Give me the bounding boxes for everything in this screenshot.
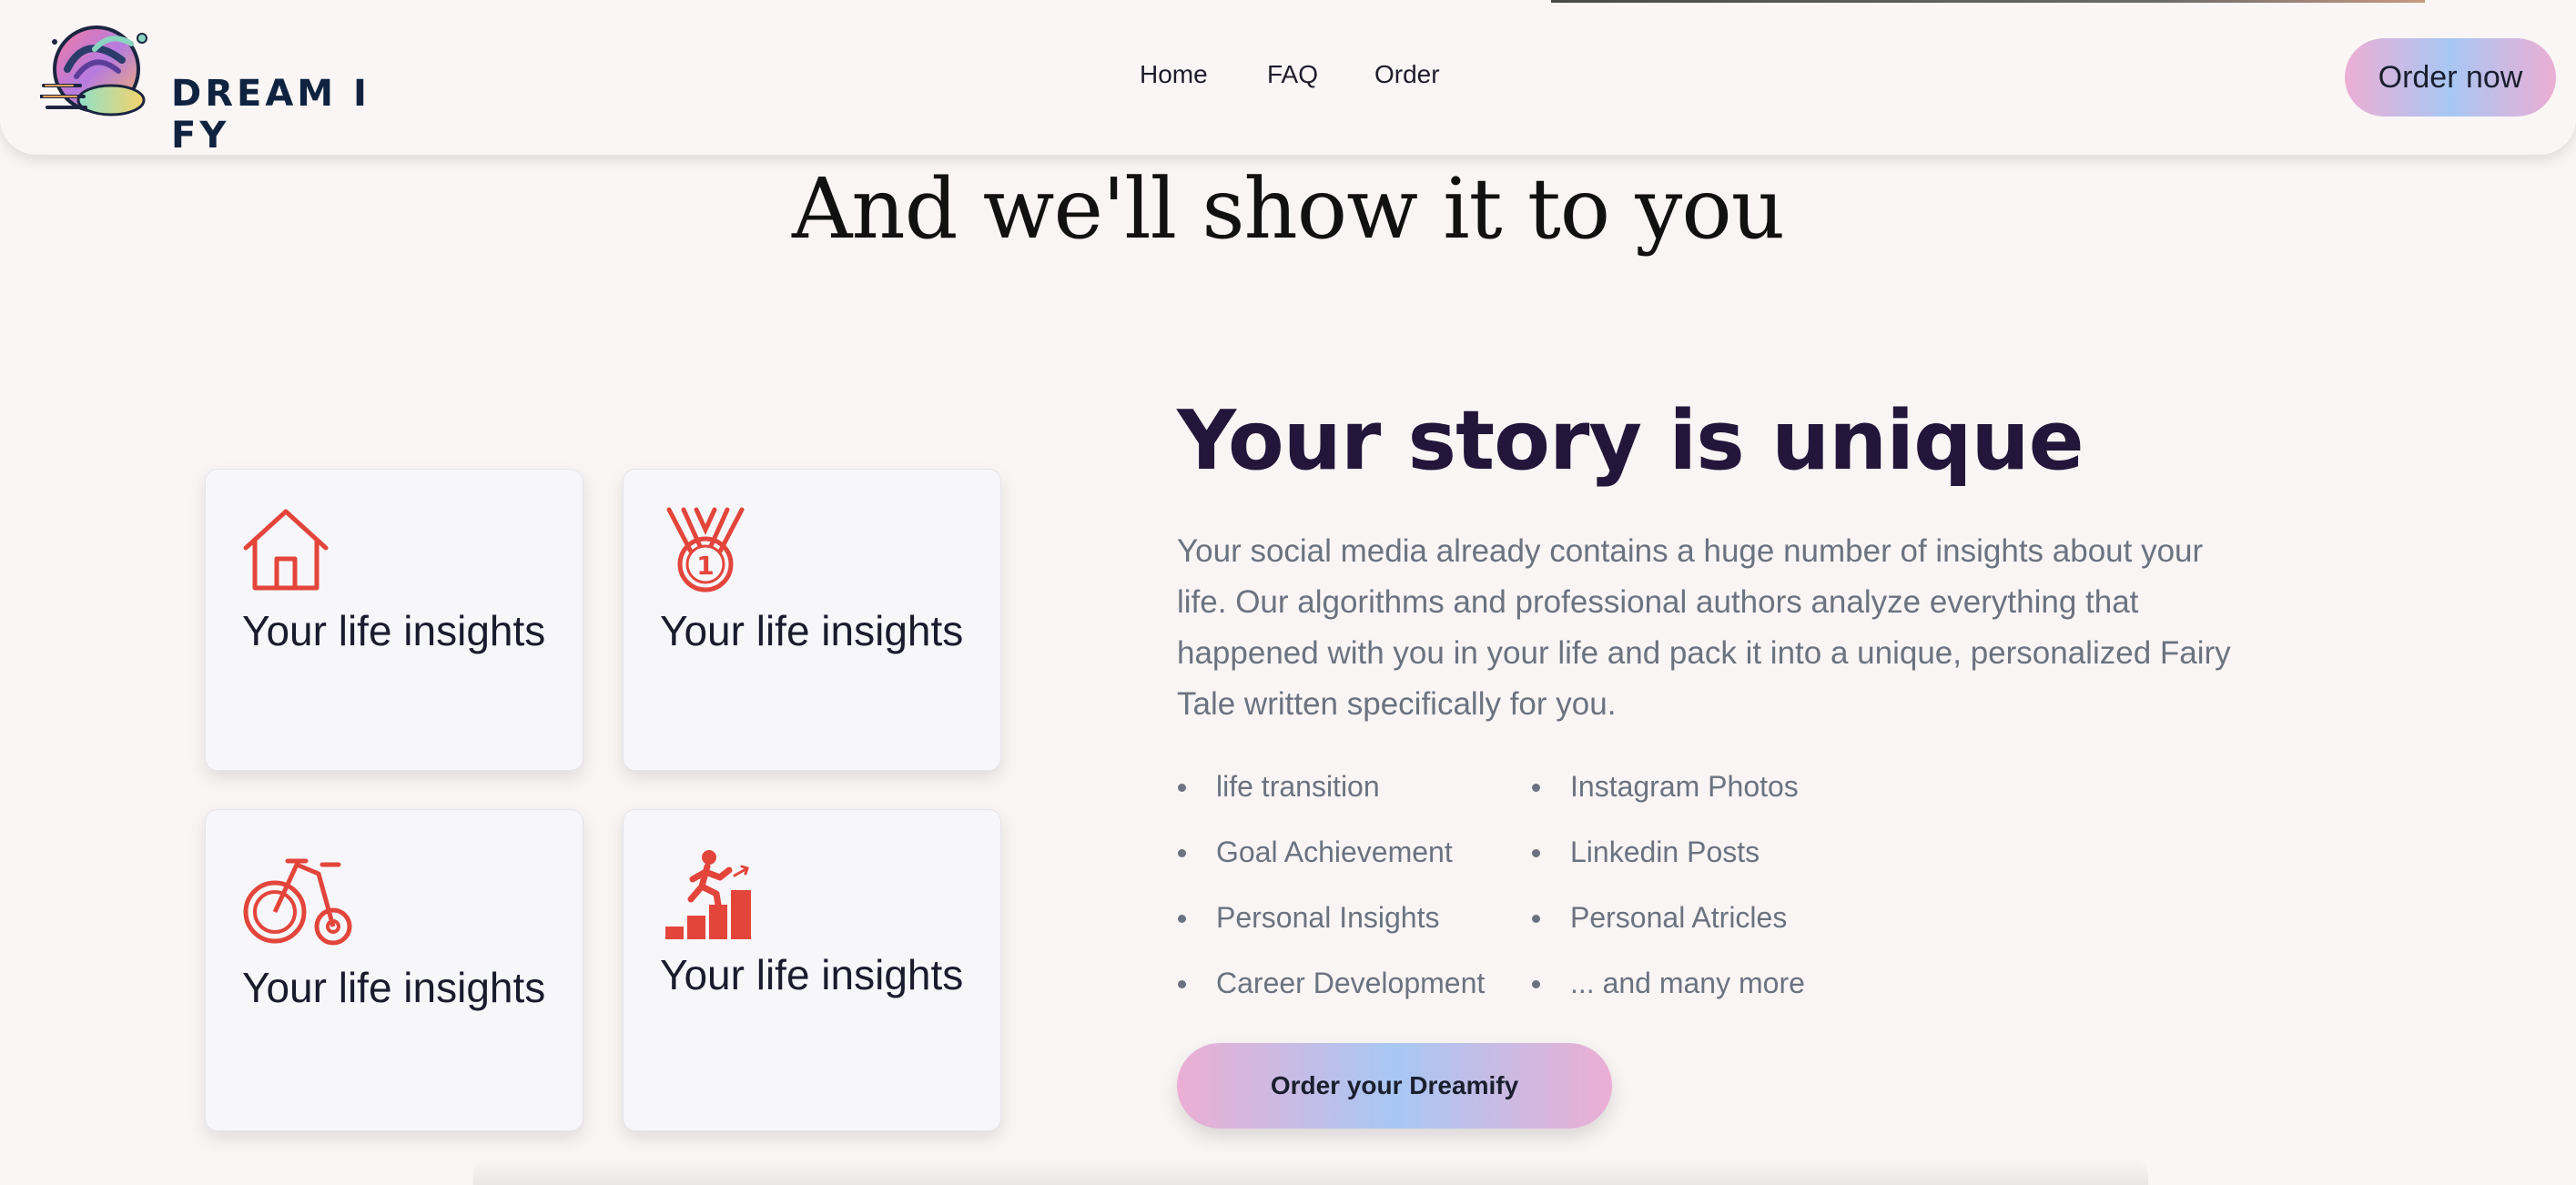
top-photo-edge: [1551, 0, 2425, 3]
nav-order-link[interactable]: Order: [1374, 60, 1440, 89]
list-item: life transition: [1178, 770, 1380, 803]
list-item: Career Development: [1177, 967, 1486, 999]
card-label: Your life insights: [660, 607, 964, 654]
svg-text:1: 1: [696, 551, 714, 581]
list-item: Personal Insights: [1177, 901, 1440, 934]
order-now-button[interactable]: Order now: [2345, 38, 2556, 116]
bicycle-icon: [243, 858, 352, 946]
insight-card-medal: 1 Your life insights: [623, 469, 1001, 771]
logo[interactable]: DREAM I FY: [40, 22, 404, 157]
logo-text: DREAM I FY: [171, 73, 370, 157]
list-item: Instagram Photos: [1532, 770, 1799, 803]
list-item: Linkedin Posts: [1531, 836, 1760, 868]
card-label: Your life insights: [660, 951, 964, 998]
next-section-edge: [473, 1158, 2148, 1185]
nav-home-link[interactable]: Home: [1140, 60, 1208, 89]
stairs-climb-icon: [665, 850, 751, 939]
story-description: Your social media already contains a hug…: [1177, 533, 2231, 722]
list-item: ... and many more: [1532, 967, 1805, 999]
list-item: Goal Achievement: [1178, 836, 1453, 868]
dreamify-logo-icon: [40, 25, 147, 116]
card-label: Your life insights: [242, 607, 546, 654]
nav-faq-link[interactable]: FAQ: [1267, 60, 1318, 89]
medal-icon: 1: [666, 507, 745, 592]
insight-card-growth: Your life insights: [623, 809, 1001, 1131]
hero-title: And we'll show it to you: [791, 160, 1785, 258]
list-item: Personal Atricles: [1531, 901, 1788, 934]
insight-card-bicycle: Your life insights: [205, 809, 583, 1131]
house-icon: [243, 509, 329, 591]
order-dreamify-button[interactable]: Order your Dreamify: [1177, 1043, 1612, 1129]
insight-card-home: Your life insights: [205, 469, 583, 771]
site-header: DREAM I FY Home FAQ Order Order now: [0, 0, 2576, 157]
story-title: Your story is unique: [1177, 393, 2084, 489]
card-label: Your life insights: [242, 964, 546, 1011]
